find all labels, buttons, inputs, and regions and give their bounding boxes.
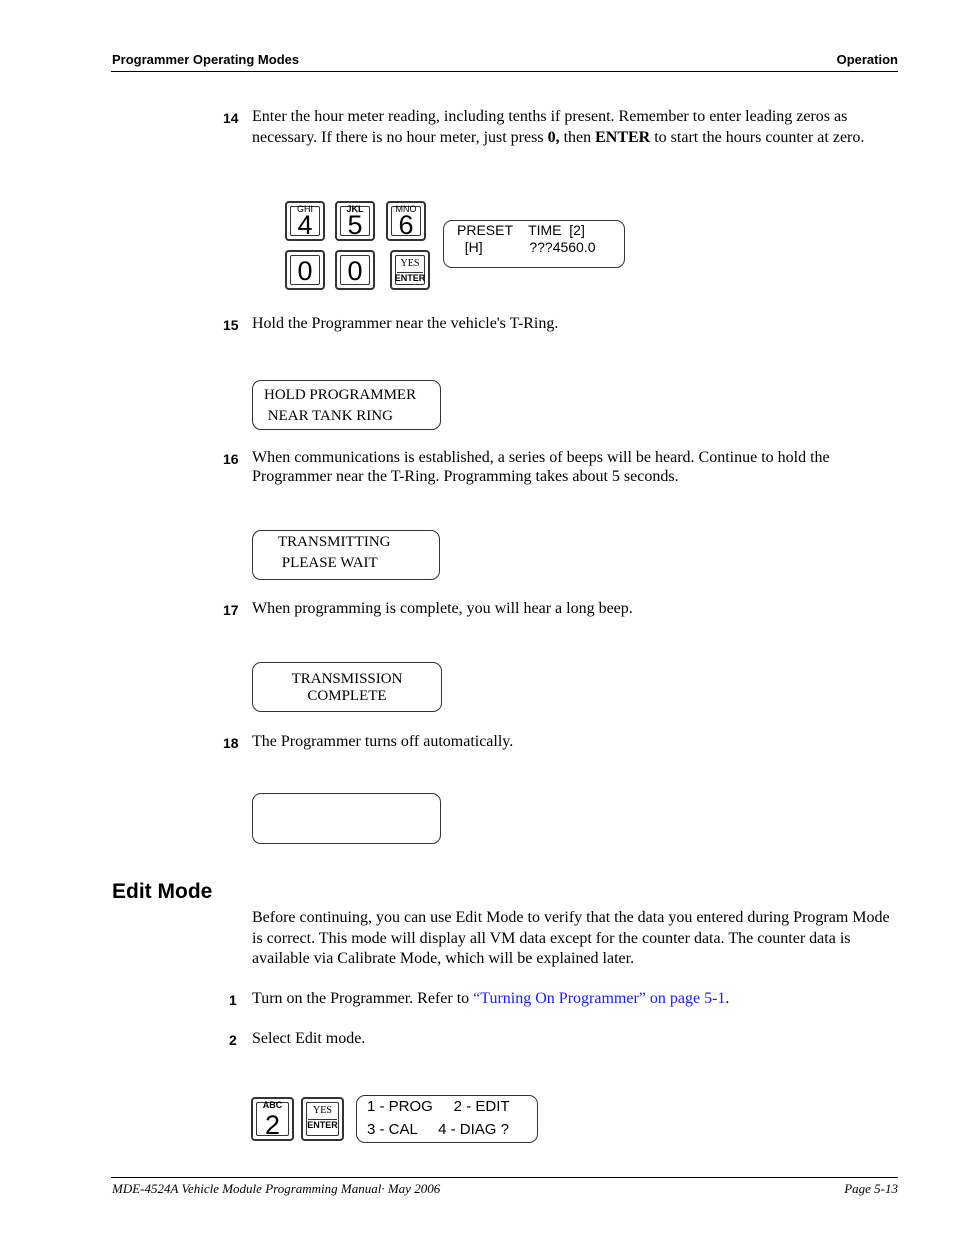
lcd-display-mode-menu: 1 - PROG 2 - EDIT 3 - CAL 4 - DIAG ? bbox=[356, 1095, 538, 1143]
key-enter: YES ENTER bbox=[301, 1097, 344, 1141]
key-6: MNO 6 bbox=[386, 201, 426, 241]
key-0: 0 bbox=[285, 250, 325, 290]
key-4: GHI 4 bbox=[285, 201, 325, 241]
step-text: When communications is established, a se… bbox=[252, 449, 830, 485]
lcd-line-2: COMPLETE bbox=[307, 688, 387, 704]
lcd-line-2: [H] ???4560.0 bbox=[457, 239, 596, 255]
key-digit: 5 bbox=[347, 210, 363, 240]
lcd-line-2: NEAR TANK RING bbox=[264, 408, 393, 424]
lcd-display-hold-programmer: HOLD PROGRAMMER NEAR TANK RING bbox=[252, 380, 441, 430]
header-rule bbox=[111, 71, 898, 72]
key-yes-label: YES bbox=[313, 1105, 332, 1116]
section-heading: Edit Mode bbox=[112, 880, 213, 903]
step-number: 18 bbox=[223, 735, 239, 751]
lcd-line-1: TRANSMITTING bbox=[278, 534, 391, 550]
lcd-line-1: 1 - PROG 2 - EDIT bbox=[367, 1098, 510, 1115]
step-text: Turn on the Programmer. Refer to “Turnin… bbox=[252, 989, 897, 1010]
lcd-display-preset-time: PRESET TIME [2] [H] ???4560.0 bbox=[443, 220, 625, 268]
text-run: . bbox=[725, 990, 730, 1007]
step-text: The Programmer turns off automatically. bbox=[252, 733, 514, 750]
lcd-line-2: PLEASE WAIT bbox=[278, 555, 378, 571]
text-run-bold: 0, bbox=[547, 128, 560, 146]
section-intro: Before continuing, you can use Edit Mode… bbox=[252, 909, 890, 967]
text-run: to start the hours counter at zero. bbox=[650, 128, 865, 146]
step-text: When programming is complete, you will h… bbox=[252, 600, 633, 617]
step-text: Hold the Programmer near the vehicle's T… bbox=[252, 315, 559, 332]
lcd-display-transmission-complete: TRANSMISSION COMPLETE bbox=[252, 662, 442, 712]
key-5: JKL 5 bbox=[335, 201, 375, 241]
step-number: 16 bbox=[223, 451, 239, 467]
key-enter-label: ENTER bbox=[394, 273, 426, 283]
lcd-display-blank bbox=[252, 793, 441, 844]
footer-page-number: Page 5-13 bbox=[844, 1181, 898, 1196]
key-letters: ABC bbox=[262, 1100, 283, 1110]
step-number: 17 bbox=[223, 602, 239, 618]
text-run: Turn on the Programmer. Refer to bbox=[252, 990, 474, 1007]
key-digit: 2 bbox=[264, 1110, 281, 1140]
footer-rule bbox=[111, 1177, 898, 1178]
key-digit: 4 bbox=[297, 210, 313, 240]
text-run: then bbox=[559, 128, 596, 146]
key-enter-label: ENTER bbox=[307, 1120, 338, 1130]
lcd-line-2: 3 - CAL 4 - DIAG ? bbox=[367, 1121, 509, 1138]
step-number: 1 bbox=[229, 992, 237, 1008]
key-enter: YES ENTER bbox=[390, 250, 430, 290]
key-digit: 0 bbox=[347, 256, 363, 286]
lcd-line-1: HOLD PROGRAMMER bbox=[264, 387, 417, 403]
key-digit: 6 bbox=[398, 210, 414, 240]
lcd-line-1: PRESET TIME [2] bbox=[457, 222, 585, 238]
key-2: ABC 2 bbox=[251, 1097, 294, 1141]
text-run-bold: ENTER bbox=[595, 128, 651, 146]
key-digit: 0 bbox=[297, 256, 313, 286]
running-header-section: Programmer Operating Modes bbox=[112, 52, 300, 67]
key-0: 0 bbox=[335, 250, 375, 290]
lcd-display-transmitting: TRANSMITTING PLEASE WAIT bbox=[252, 530, 440, 580]
step-number: 15 bbox=[223, 317, 239, 333]
running-header-chapter: Operation bbox=[836, 52, 898, 67]
key-yes-label: YES bbox=[400, 258, 420, 269]
cross-reference-link[interactable]: “Turning On Programmer” on page 5-1 bbox=[473, 990, 725, 1007]
step-text: Select Edit mode. bbox=[252, 1030, 366, 1047]
lcd-line-1: TRANSMISSION bbox=[291, 671, 403, 687]
step-number: 2 bbox=[229, 1032, 237, 1048]
step-number: 14 bbox=[223, 110, 239, 126]
step-text: Enter the hour meter reading, including … bbox=[252, 107, 897, 148]
footer-document-title: MDE-4524A Vehicle Module Programming Man… bbox=[112, 1181, 441, 1196]
